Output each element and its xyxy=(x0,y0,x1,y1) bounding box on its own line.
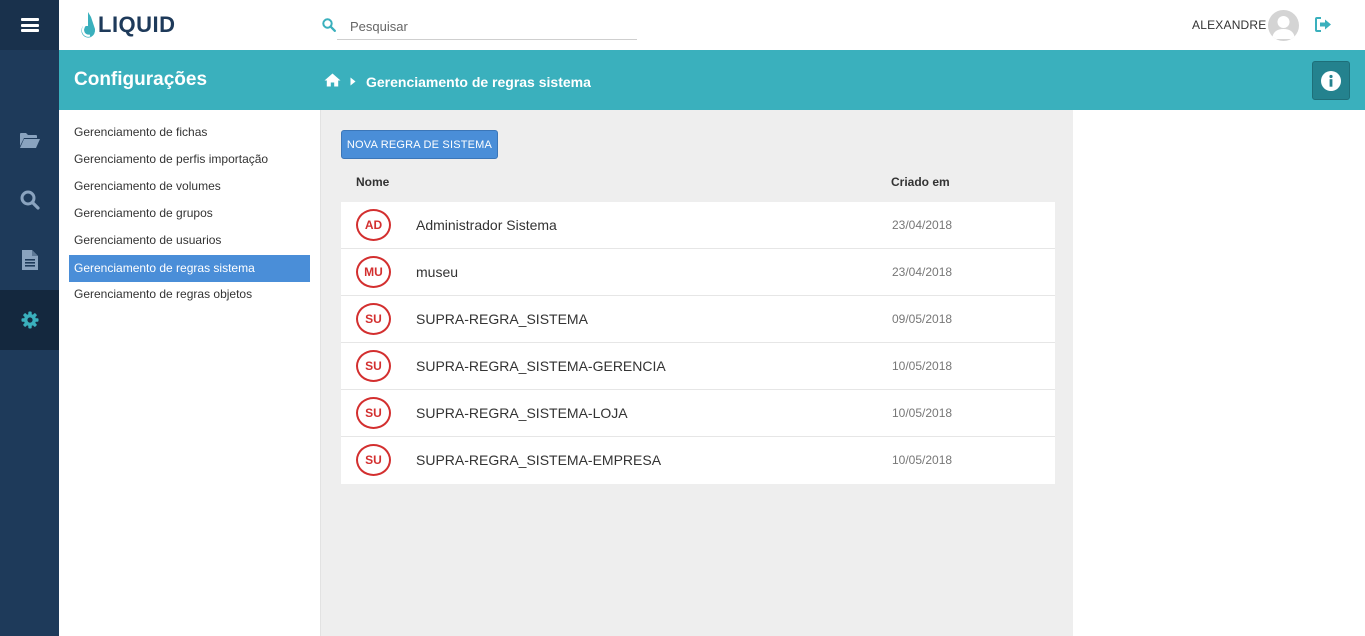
header-band: Configurações Gerenciamento de regras si… xyxy=(59,50,1365,110)
main-content: NOVA REGRA DE SISTEMA Nome Criado em AD … xyxy=(320,110,1073,636)
right-panel xyxy=(1073,110,1365,636)
chevron-right-icon xyxy=(350,77,356,86)
initials-badge: SU xyxy=(356,303,391,335)
column-header-name[interactable]: Nome xyxy=(356,175,389,189)
rule-name: museu xyxy=(416,264,459,280)
table-row[interactable]: SU SUPRA-REGRA_SISTEMA-LOJA 10/05/2018 xyxy=(341,390,1055,437)
logout-icon[interactable] xyxy=(1315,17,1332,32)
search-icon xyxy=(322,18,336,32)
table-row[interactable]: AD Administrador Sistema 23/04/2018 xyxy=(341,202,1055,249)
search-bar xyxy=(322,13,638,40)
folder-open-icon xyxy=(19,132,40,148)
logo-text: LIQUID xyxy=(98,12,176,37)
app-logo[interactable]: LIQUID xyxy=(79,11,176,39)
settings-menu: Gerenciamento de fichas Gerenciamento de… xyxy=(59,110,320,636)
rule-created-date: 10/05/2018 xyxy=(892,406,953,420)
rule-created-date: 09/05/2018 xyxy=(892,312,953,326)
settings-item-regras-objetos[interactable]: Gerenciamento de regras objetos xyxy=(69,281,310,308)
rules-list: AD Administrador Sistema 23/04/2018 MU m… xyxy=(341,202,1055,484)
initials-badge: SU xyxy=(356,397,391,429)
rule-name: Administrador Sistema xyxy=(416,217,557,233)
info-button[interactable] xyxy=(1312,61,1350,100)
rail-item-documents[interactable] xyxy=(0,230,59,290)
user-avatar-icon xyxy=(1272,16,1295,39)
rule-created-date: 23/04/2018 xyxy=(892,265,953,279)
table-row[interactable]: SU SUPRA-REGRA_SISTEMA-EMPRESA 10/05/201… xyxy=(341,437,1055,484)
new-system-rule-button[interactable]: NOVA REGRA DE SISTEMA xyxy=(341,130,498,159)
left-rail xyxy=(0,0,59,636)
rule-created-date: 23/04/2018 xyxy=(892,218,953,232)
settings-item-fichas[interactable]: Gerenciamento de fichas xyxy=(69,119,310,146)
avatar[interactable] xyxy=(1268,10,1299,41)
table-row[interactable]: MU museu 23/04/2018 xyxy=(341,249,1055,296)
breadcrumb-current: Gerenciamento de regras sistema xyxy=(366,74,591,90)
table-row[interactable]: SU SUPRA-REGRA_SISTEMA-GERENCIA 10/05/20… xyxy=(341,343,1055,390)
initials-badge: SU xyxy=(356,350,391,382)
rail-item-search[interactable] xyxy=(0,170,59,230)
settings-item-perfis-importacao[interactable]: Gerenciamento de perfis importação xyxy=(69,146,310,173)
home-icon[interactable] xyxy=(324,73,341,87)
initials-badge: MU xyxy=(356,256,391,288)
user-name[interactable]: ALEXANDRE xyxy=(1192,18,1267,32)
info-icon xyxy=(1321,70,1341,91)
settings-item-regras-sistema[interactable]: Gerenciamento de regras sistema xyxy=(69,255,310,282)
settings-item-usuarios[interactable]: Gerenciamento de usuarios xyxy=(69,227,310,254)
rule-created-date: 10/05/2018 xyxy=(892,453,953,467)
rule-created-date: 10/05/2018 xyxy=(892,359,953,373)
rail-item-files[interactable] xyxy=(0,110,59,170)
rule-name: SUPRA-REGRA_SISTEMA-EMPRESA xyxy=(416,452,662,468)
hamburger-menu-button[interactable] xyxy=(0,0,59,50)
settings-item-volumes[interactable]: Gerenciamento de volumes xyxy=(69,173,310,200)
droplet-logo-icon xyxy=(81,11,96,38)
table-row[interactable]: SU SUPRA-REGRA_SISTEMA 09/05/2018 xyxy=(341,296,1055,343)
hamburger-icon xyxy=(20,18,39,32)
search-icon xyxy=(20,190,40,210)
gear-icon xyxy=(21,311,38,329)
rule-name: SUPRA-REGRA_SISTEMA-LOJA xyxy=(416,405,628,421)
search-input[interactable] xyxy=(337,13,637,40)
rail-item-settings[interactable] xyxy=(0,290,59,350)
document-icon xyxy=(21,250,38,270)
top-bar: LIQUID ALEXANDRE xyxy=(59,0,1365,50)
page-title: Configurações xyxy=(74,69,208,90)
initials-badge: SU xyxy=(356,444,391,476)
rule-name: SUPRA-REGRA_SISTEMA-GERENCIA xyxy=(416,358,666,374)
column-header-created[interactable]: Criado em xyxy=(891,175,950,189)
rule-name: SUPRA-REGRA_SISTEMA xyxy=(416,311,588,327)
settings-item-grupos[interactable]: Gerenciamento de grupos xyxy=(69,200,310,227)
initials-badge: AD xyxy=(356,209,391,241)
